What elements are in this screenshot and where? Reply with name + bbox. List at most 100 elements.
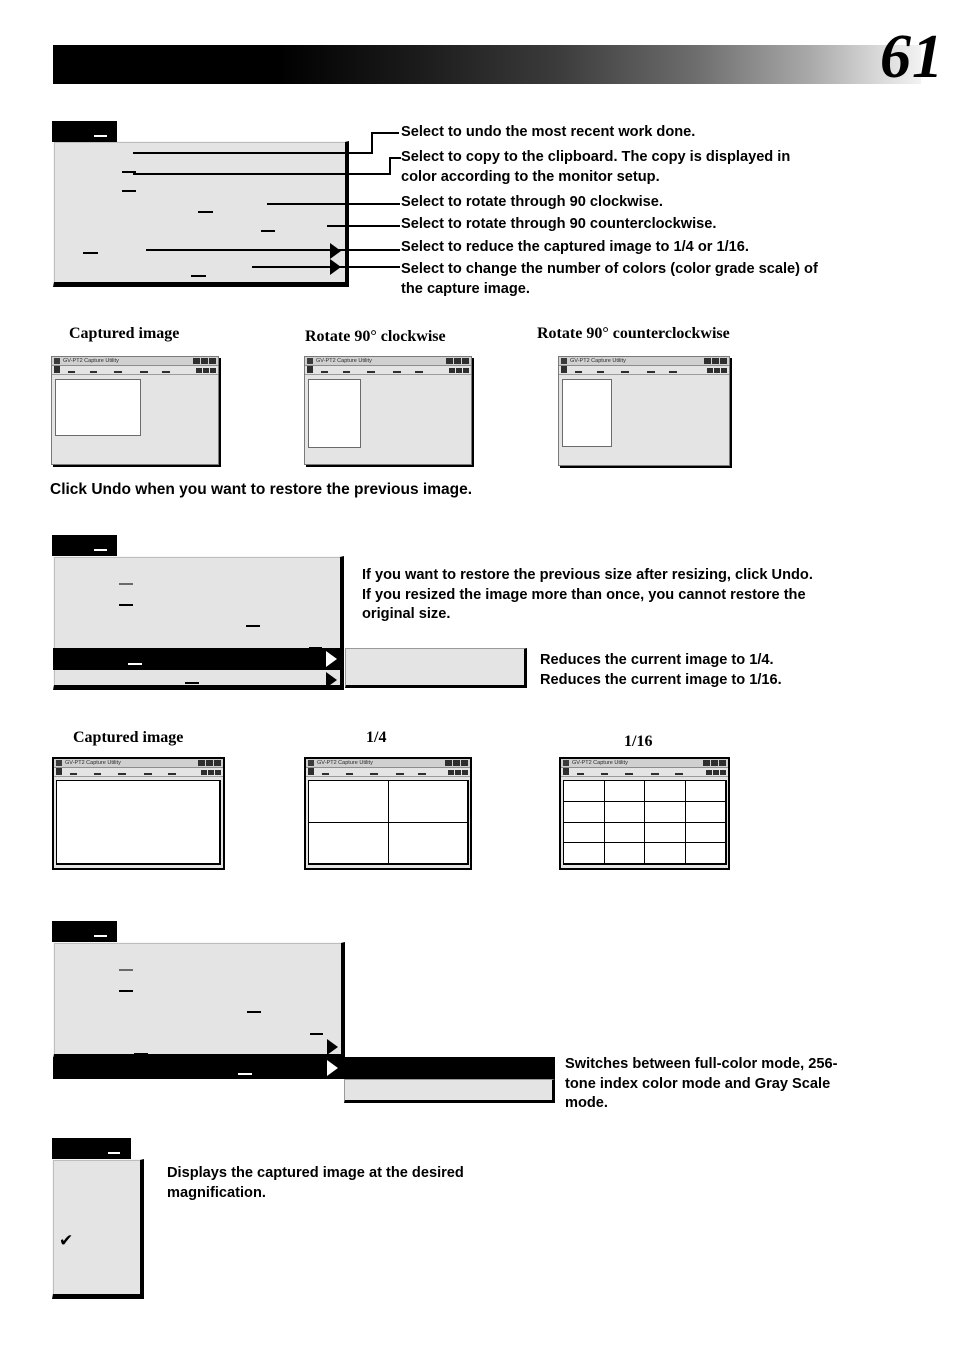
menubar-item[interactable] bbox=[346, 773, 353, 775]
menubar-item[interactable] bbox=[90, 371, 97, 373]
menubar-item[interactable] bbox=[118, 773, 126, 775]
menubar-item[interactable] bbox=[140, 371, 148, 373]
minimize-icon[interactable] bbox=[703, 760, 710, 766]
menubar-item[interactable] bbox=[168, 773, 176, 775]
close-icon[interactable] bbox=[214, 760, 221, 766]
menubar-item[interactable] bbox=[415, 371, 423, 373]
window-control-buttons[interactable] bbox=[445, 760, 468, 766]
window-control-buttons[interactable] bbox=[446, 358, 469, 364]
restore-icon[interactable] bbox=[196, 368, 202, 373]
maximize-icon[interactable] bbox=[711, 760, 718, 766]
menubar-item[interactable] bbox=[597, 371, 604, 373]
menubar-item[interactable] bbox=[322, 773, 329, 775]
color-menu-selected-submenu-arrow[interactable] bbox=[327, 1060, 338, 1076]
menubar-item[interactable] bbox=[370, 773, 378, 775]
minimize-icon[interactable] bbox=[445, 760, 452, 766]
minimize-icon[interactable] bbox=[198, 760, 205, 766]
close-icon[interactable] bbox=[215, 770, 221, 775]
edit-menu-item-color-tick[interactable] bbox=[191, 275, 206, 277]
color-submenu-panel[interactable] bbox=[344, 1079, 555, 1103]
maximize-icon[interactable] bbox=[456, 368, 462, 373]
menubar-item[interactable] bbox=[144, 773, 152, 775]
document-control-buttons[interactable] bbox=[448, 770, 468, 775]
menubar-item[interactable] bbox=[647, 371, 655, 373]
menubar-item[interactable] bbox=[393, 371, 401, 373]
menubar-item[interactable] bbox=[94, 773, 101, 775]
close-icon[interactable] bbox=[461, 760, 468, 766]
restore-icon[interactable] bbox=[449, 368, 455, 373]
maximize-icon[interactable] bbox=[203, 368, 209, 373]
menubar-item[interactable] bbox=[625, 773, 633, 775]
edit-menu-item-rotate-ccw-tick[interactable] bbox=[261, 230, 275, 232]
toolbar-icon[interactable] bbox=[56, 768, 62, 775]
color-menu-item-1-tick[interactable] bbox=[119, 969, 133, 971]
color-menu-panel[interactable] bbox=[53, 942, 345, 1059]
toolbar-icon[interactable] bbox=[308, 768, 314, 775]
zoom-menu-panel[interactable] bbox=[52, 1159, 144, 1299]
menubar-item[interactable] bbox=[621, 371, 629, 373]
close-icon[interactable] bbox=[210, 368, 216, 373]
maximize-icon[interactable] bbox=[455, 770, 461, 775]
minimize-icon[interactable] bbox=[446, 358, 453, 364]
maximize-icon[interactable] bbox=[208, 770, 214, 775]
screenshot-capture-utility-original[interactable]: GV-PT2 Capture Utility bbox=[51, 356, 219, 465]
menubar-item[interactable] bbox=[675, 773, 683, 775]
close-icon[interactable] bbox=[209, 358, 216, 364]
toolbar-icon[interactable] bbox=[54, 366, 60, 373]
screenshot-capture-utility-rotated-ccw[interactable]: GV-PT2 Capture Utility bbox=[558, 356, 730, 466]
close-icon[interactable] bbox=[719, 760, 726, 766]
menubar-item[interactable] bbox=[601, 773, 608, 775]
menubar-item[interactable] bbox=[367, 371, 375, 373]
resize-menu-item-3-tick[interactable] bbox=[246, 625, 260, 627]
close-icon[interactable] bbox=[720, 770, 726, 775]
maximize-icon[interactable] bbox=[453, 760, 460, 766]
maximize-icon[interactable] bbox=[201, 358, 208, 364]
restore-icon[interactable] bbox=[706, 770, 712, 775]
menubar-item[interactable] bbox=[418, 773, 426, 775]
color-menu-item-2-tick[interactable] bbox=[119, 990, 133, 992]
menubar-item[interactable] bbox=[70, 773, 77, 775]
resize-menu-item-6-submenu-arrow[interactable] bbox=[326, 672, 337, 688]
resize-menu-item-1-tick[interactable] bbox=[119, 583, 133, 585]
shot-menubar[interactable] bbox=[52, 366, 218, 375]
menubar-item[interactable] bbox=[396, 773, 404, 775]
close-icon[interactable] bbox=[721, 368, 727, 373]
restore-icon[interactable] bbox=[707, 368, 713, 373]
resize-submenu-panel[interactable] bbox=[345, 648, 527, 688]
shot-menubar[interactable] bbox=[561, 768, 728, 777]
maximize-icon[interactable] bbox=[206, 760, 213, 766]
color-menu-item-5-submenu-arrow[interactable] bbox=[327, 1039, 338, 1055]
menubar-item[interactable] bbox=[162, 371, 170, 373]
edit-menu-item-resize-tick[interactable] bbox=[83, 252, 98, 254]
menubar-item[interactable] bbox=[651, 773, 659, 775]
close-icon[interactable] bbox=[462, 770, 468, 775]
document-control-buttons[interactable] bbox=[449, 368, 469, 373]
screenshot-resize-sixteenth[interactable]: GV-PT2 Capture Utility bbox=[559, 757, 730, 870]
minimize-icon[interactable] bbox=[704, 358, 711, 364]
document-control-buttons[interactable] bbox=[196, 368, 216, 373]
toolbar-icon[interactable] bbox=[563, 768, 569, 775]
document-control-buttons[interactable] bbox=[707, 368, 727, 373]
color-menu-item-4-tick[interactable] bbox=[310, 1033, 323, 1035]
shot-menubar[interactable] bbox=[306, 768, 470, 777]
maximize-icon[interactable] bbox=[714, 368, 720, 373]
window-control-buttons[interactable] bbox=[198, 760, 221, 766]
window-control-buttons[interactable] bbox=[193, 358, 216, 364]
resize-menu-item-2-tick[interactable] bbox=[119, 604, 133, 606]
toolbar-icon[interactable] bbox=[561, 366, 567, 373]
menubar-item[interactable] bbox=[321, 371, 328, 373]
screenshot-capture-utility-rotated-cw[interactable]: GV-PT2 Capture Utility bbox=[304, 356, 472, 465]
minimize-icon[interactable] bbox=[193, 358, 200, 364]
menubar-item[interactable] bbox=[68, 371, 75, 373]
menubar-item[interactable] bbox=[575, 371, 582, 373]
screenshot-resize-quarter[interactable]: GV-PT2 Capture Utility bbox=[304, 757, 472, 870]
screenshot-resize-original[interactable]: GV-PT2 Capture Utility bbox=[52, 757, 225, 870]
document-control-buttons[interactable] bbox=[201, 770, 221, 775]
menubar-item[interactable] bbox=[114, 371, 122, 373]
document-control-buttons[interactable] bbox=[706, 770, 726, 775]
edit-menu-item-rotate-cw-tick[interactable] bbox=[198, 211, 213, 213]
shot-menubar[interactable] bbox=[559, 366, 729, 375]
maximize-icon[interactable] bbox=[713, 770, 719, 775]
resize-menu-item-6-tick[interactable] bbox=[185, 682, 199, 684]
color-menu-item-5-tick[interactable] bbox=[134, 1053, 148, 1055]
